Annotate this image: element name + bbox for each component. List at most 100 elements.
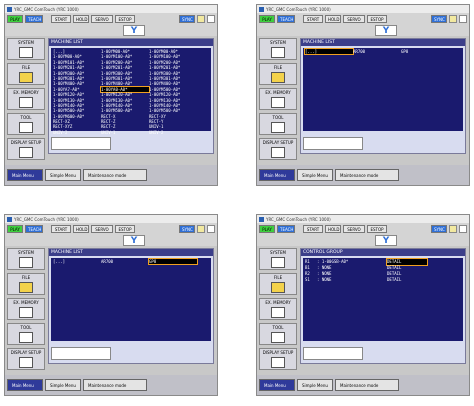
teach-button[interactable]: TEACH — [277, 225, 295, 233]
teach-button[interactable]: TEACH — [25, 225, 43, 233]
sync-button[interactable]: SYNC — [179, 15, 195, 23]
sync-button[interactable]: SYNC — [431, 225, 447, 233]
sidebar-item-tool[interactable]: TOOL — [259, 323, 297, 345]
help-icon[interactable] — [449, 15, 457, 23]
sidebar-item-tool[interactable]: TOOL — [7, 113, 45, 135]
maintenance-mode-tab[interactable]: Maintenance mode — [335, 169, 399, 181]
sidebar-item-system[interactable]: SYSTEM — [7, 38, 45, 60]
y-bar: Y — [5, 235, 217, 246]
sidebar-item-file[interactable]: FILE — [7, 63, 45, 85]
machine-item[interactable]: GP8 — [148, 257, 198, 266]
hold-button[interactable]: HOLD — [325, 225, 341, 233]
page-icon[interactable] — [459, 15, 467, 23]
panel-title: MACHINE LIST — [49, 39, 213, 46]
teach-button[interactable]: TEACH — [25, 15, 43, 23]
sidebar-item-system[interactable]: SYSTEM — [259, 248, 297, 270]
page-icon[interactable] — [207, 225, 215, 233]
input-box[interactable] — [303, 137, 363, 150]
control-group-row: S1 : NONE DETAIL — [305, 277, 461, 283]
simple-menu-tab[interactable]: Simple Menu — [297, 379, 333, 391]
sidebar-item-label: DISPLAY SETUP — [262, 350, 294, 355]
pendant-window-3: YRC_GMC ComTouch (YRC 1000) PLAY TEACH STAR… — [4, 214, 218, 396]
sidebar-item-system[interactable]: SYSTEM — [7, 248, 45, 270]
detail-button[interactable]: DETAIL — [387, 277, 427, 283]
group-id: S1 — [305, 277, 310, 282]
sidebar-item-file[interactable]: FILE — [259, 273, 297, 295]
sidebar-item-ex-memory[interactable]: EX. MEMORY — [7, 88, 45, 110]
servo-on-button[interactable]: SERVO ON — [343, 15, 365, 30]
sidebar-item-file[interactable]: FILE — [7, 273, 45, 295]
estop-button[interactable]: ESTOP — [367, 225, 387, 233]
page-icon[interactable] — [459, 225, 467, 233]
sidebar-item-label: TOOL — [20, 325, 32, 330]
input-box[interactable] — [51, 137, 111, 150]
panel-title: MACHINE LIST — [49, 249, 213, 256]
servo-on-button[interactable]: SERVO ON — [91, 225, 113, 240]
tool-icon — [19, 122, 33, 133]
input-box[interactable] — [51, 347, 111, 360]
page-icon[interactable] — [207, 15, 215, 23]
sidebar-item-ex-memory[interactable]: EX. MEMORY — [259, 298, 297, 320]
machine-item[interactable]: [...] — [304, 47, 354, 56]
hold-button[interactable]: HOLD — [73, 15, 89, 23]
start-button[interactable]: START — [51, 225, 71, 233]
hold-button[interactable]: HOLD — [325, 15, 341, 23]
estop-button[interactable]: ESTOP — [115, 225, 135, 233]
sidebar-item-ex-memory[interactable]: EX. MEMORY — [259, 88, 297, 110]
sidebar-item-display-setup[interactable]: DISPLAY SETUP — [7, 348, 45, 370]
sidebar-item-display-setup[interactable]: DISPLAY SETUP — [259, 348, 297, 370]
app-title: YRC_GMC ComTouch (YRC 1000) — [266, 6, 331, 12]
teach-button[interactable]: TEACH — [277, 15, 295, 23]
sync-button[interactable]: SYNC — [431, 15, 447, 23]
machine-item[interactable]: UNIV-2 — [149, 130, 197, 135]
play-button[interactable]: PLAY — [259, 225, 275, 233]
help-icon[interactable] — [197, 225, 205, 233]
sidebar-item-display-setup[interactable]: DISPLAY SETUP — [259, 138, 297, 160]
memory-card-icon — [19, 307, 33, 318]
sidebar-item-file[interactable]: FILE — [259, 63, 297, 85]
sidebar-item-ex-memory[interactable]: EX. MEMORY — [7, 298, 45, 320]
sidebar-item-tool[interactable]: TOOL — [259, 113, 297, 135]
sidebar-item-tool[interactable]: TOOL — [7, 323, 45, 345]
group-value[interactable]: : NONE — [317, 277, 387, 283]
machine-item[interactable]: GP8 — [401, 49, 449, 54]
main-menu-tab[interactable]: Main Menu — [7, 169, 43, 181]
play-button[interactable]: PLAY — [7, 225, 23, 233]
estop-button[interactable]: ESTOP — [115, 15, 135, 23]
sync-button[interactable]: SYNC — [179, 225, 195, 233]
play-button[interactable]: PLAY — [259, 15, 275, 23]
estop-button[interactable]: ESTOP — [367, 15, 387, 23]
help-icon[interactable] — [197, 15, 205, 23]
servo-on-button[interactable]: SERVO ON — [343, 225, 365, 240]
display-setup-icon — [19, 147, 33, 158]
maintenance-mode-tab[interactable]: Maintenance mode — [83, 169, 147, 181]
sidebar-item-system[interactable]: SYSTEM — [259, 38, 297, 60]
servo-on-button[interactable]: SERVO ON — [91, 15, 113, 30]
machine-item[interactable]: UNIV-1 — [101, 130, 149, 135]
start-button[interactable]: START — [51, 15, 71, 23]
maintenance-mode-tab[interactable]: Maintenance mode — [83, 379, 147, 391]
machine-grid: [...] AR700 GP8 — [51, 257, 211, 266]
folder-icon — [271, 72, 285, 83]
start-button[interactable]: START — [303, 15, 323, 23]
main-menu-tab[interactable]: Main Menu — [259, 379, 295, 391]
sidebar-item-display-setup[interactable]: DISPLAY SETUP — [7, 138, 45, 160]
simple-menu-tab[interactable]: Simple Menu — [45, 379, 81, 391]
help-icon[interactable] — [449, 225, 457, 233]
machine-item[interactable]: [...] — [53, 259, 101, 264]
title-bar: YRC_GMC ComTouch (YRC 1000) — [257, 5, 469, 13]
input-box[interactable] — [303, 347, 363, 360]
display-setup-icon — [271, 357, 285, 368]
simple-menu-tab[interactable]: Simple Menu — [45, 169, 81, 181]
main-menu-tab[interactable]: Main Menu — [7, 379, 43, 391]
maintenance-mode-tab[interactable]: Maintenance mode — [335, 379, 399, 391]
system-icon — [271, 257, 285, 268]
main-menu-tab[interactable]: Main Menu — [259, 169, 295, 181]
machine-item[interactable]: UNIV-2 — [53, 130, 101, 135]
hold-button[interactable]: HOLD — [73, 225, 89, 233]
start-button[interactable]: START — [303, 225, 323, 233]
machine-item[interactable]: AR700 — [101, 259, 149, 264]
machine-item[interactable]: AR700 — [353, 49, 401, 54]
simple-menu-tab[interactable]: Simple Menu — [297, 169, 333, 181]
play-button[interactable]: PLAY — [7, 15, 23, 23]
